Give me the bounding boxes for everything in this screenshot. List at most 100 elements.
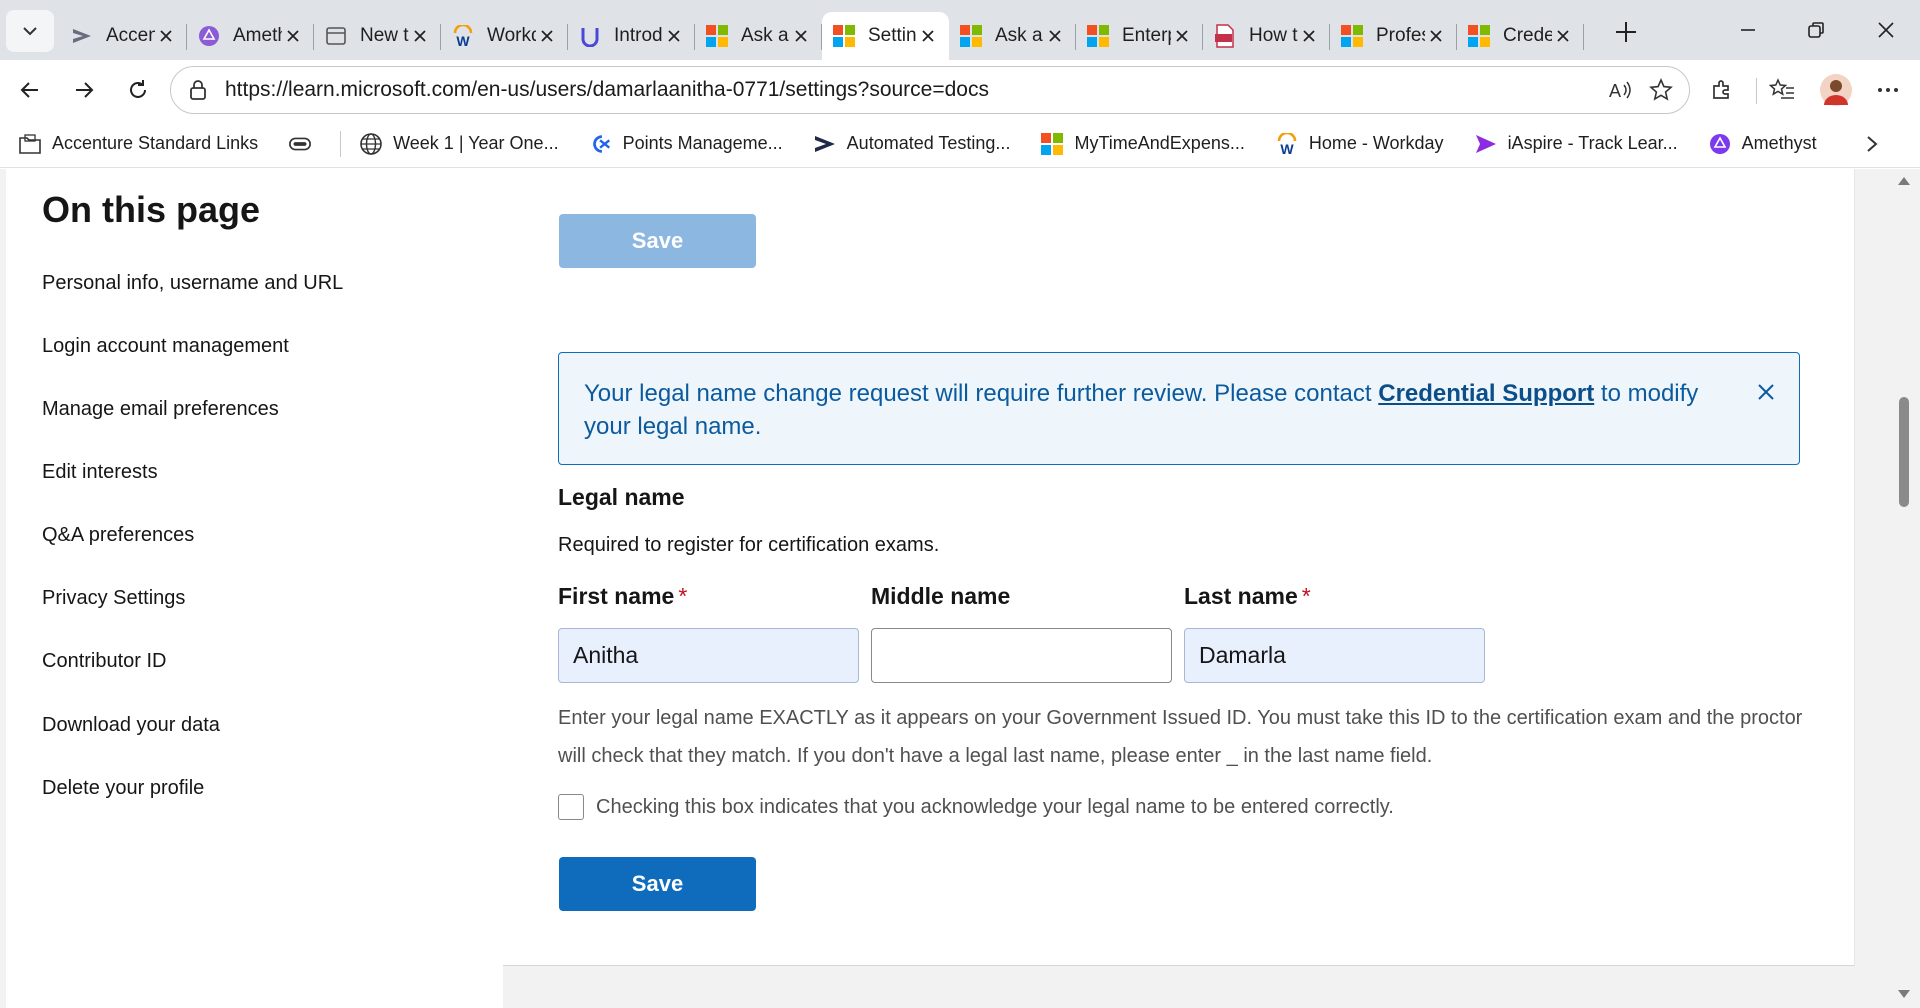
tab-new-tab[interactable]: New tab — [314, 12, 441, 60]
tab-amethyst[interactable]: Amethyst — [187, 12, 314, 60]
bookmark-home-workday[interactable]: W Home - Workday — [1275, 132, 1444, 156]
credential-support-link[interactable]: Credential Support — [1378, 380, 1594, 407]
favorite-star-icon[interactable] — [1641, 70, 1681, 110]
microsoft-icon — [959, 24, 983, 48]
tab-accenture[interactable]: Accenture — [60, 12, 187, 60]
workday-icon: W — [1275, 132, 1299, 156]
nav-link-download-data[interactable]: Download your data — [42, 714, 220, 737]
tab-introduction[interactable]: Introduction — [568, 12, 695, 60]
more-horizontal-icon — [1878, 88, 1898, 92]
close-tab-icon[interactable] — [790, 25, 812, 47]
on-this-page-nav: On this page Personal info, username and… — [6, 169, 503, 1008]
close-tab-icon[interactable] — [1171, 25, 1193, 47]
bookmark-points-management[interactable]: Points Manageme... — [589, 132, 783, 156]
address-bar[interactable]: https://learn.microsoft.com/en-us/users/… — [170, 66, 1690, 114]
bookmark-automated-testing[interactable]: Automated Testing... — [813, 132, 1010, 156]
forward-button[interactable] — [64, 70, 104, 110]
dismiss-alert-button[interactable] — [1751, 377, 1781, 407]
alert-text-before: Your legal name change request will requ… — [584, 380, 1379, 407]
middle-name-input[interactable] — [871, 628, 1172, 683]
nav-link-privacy-settings[interactable]: Privacy Settings — [42, 587, 185, 610]
middle-name-label: Middle name — [871, 583, 1010, 610]
scrollbar-thumb[interactable] — [1899, 397, 1909, 507]
favorites-button[interactable] — [1762, 70, 1802, 110]
bookmark-toggle[interactable] — [288, 132, 322, 156]
navigation-bar: https://learn.microsoft.com/en-us/users/… — [0, 60, 1920, 120]
page-viewport: On this page Personal info, username and… — [0, 169, 1920, 1008]
legal-name-description: Required to register for certification e… — [558, 534, 940, 556]
nav-link-edit-interests[interactable]: Edit interests — [42, 461, 158, 484]
required-marker: * — [678, 583, 688, 609]
nav-link-email-preferences[interactable]: Manage email preferences — [42, 398, 279, 421]
close-tab-icon[interactable] — [409, 25, 431, 47]
tab-settings[interactable]: Settings — [822, 12, 949, 60]
scroll-up-arrow-icon[interactable] — [1898, 177, 1910, 185]
acknowledge-label[interactable]: Checking this box indicates that you ack… — [596, 796, 1394, 819]
read-aloud-icon[interactable]: A — [1601, 70, 1641, 110]
minimize-icon — [1741, 29, 1755, 31]
more-bookmarks-button[interactable] — [1858, 130, 1886, 158]
tab-ask-a-question-2[interactable]: Ask a question — [949, 12, 1076, 60]
minimize-button[interactable] — [1720, 10, 1776, 50]
tab-ask-a-question[interactable]: Ask a question — [695, 12, 822, 60]
site-info-lock-icon[interactable] — [183, 75, 213, 105]
tab-title: Settings — [868, 25, 917, 46]
svg-text:A: A — [1609, 81, 1621, 101]
settings-card: Save Your legal name change request will… — [503, 169, 1855, 966]
nav-link-login-account[interactable]: Login account management — [42, 335, 289, 358]
scroll-down-arrow-icon[interactable] — [1898, 990, 1910, 998]
tab-actions-menu-button[interactable] — [6, 10, 54, 52]
tab-professional[interactable]: Professional — [1330, 12, 1457, 60]
refresh-button[interactable] — [118, 70, 158, 110]
arrow-left-icon — [20, 82, 38, 98]
legal-name-help-text: Enter your legal name EXACTLY as it appe… — [558, 707, 1803, 767]
nav-link-qa-preferences[interactable]: Q&A preferences — [42, 524, 194, 547]
page-scrollbar[interactable] — [1894, 169, 1914, 1008]
points-icon — [589, 132, 613, 156]
close-window-button[interactable] — [1858, 10, 1914, 50]
close-icon — [1758, 384, 1774, 400]
nav-link-contributor-id[interactable]: Contributor ID — [42, 650, 167, 673]
close-tab-icon[interactable] — [155, 25, 177, 47]
first-name-input[interactable] — [558, 628, 859, 683]
tab-workday[interactable]: W Workday — [441, 12, 568, 60]
new-tab-button[interactable] — [1606, 12, 1646, 52]
save-button-disabled[interactable]: Save — [559, 214, 756, 268]
settings-and-more-button[interactable] — [1868, 70, 1908, 110]
close-tab-icon[interactable] — [663, 25, 685, 47]
close-tab-icon[interactable] — [917, 25, 939, 47]
last-name-input[interactable] — [1184, 628, 1485, 683]
url-text[interactable]: https://learn.microsoft.com/en-us/users/… — [225, 78, 1601, 102]
bookmark-accenture-standard-links[interactable]: Accenture Standard Links — [18, 132, 258, 156]
tab-enterprise[interactable]: Enterprise — [1076, 12, 1203, 60]
acknowledge-checkbox[interactable] — [558, 794, 584, 820]
tab-title: Introduction — [614, 25, 663, 46]
restore-button[interactable] — [1788, 10, 1844, 50]
amethyst-icon — [1708, 132, 1732, 156]
bookmark-iaspire[interactable]: iAspire - Track Lear... — [1474, 132, 1678, 156]
tab-title: Professional — [1376, 25, 1425, 46]
close-tab-icon[interactable] — [1044, 25, 1066, 47]
profile-button[interactable] — [1816, 70, 1856, 110]
close-tab-icon[interactable] — [1425, 25, 1447, 47]
save-button[interactable]: Save — [559, 857, 756, 911]
tab-title: How to — [1249, 25, 1298, 46]
nav-link-personal-info[interactable]: Personal info, username and URL — [42, 272, 343, 295]
tab-list: Accenture Amethyst New tab W Workday — [60, 6, 1584, 60]
nav-link-delete-profile[interactable]: Delete your profile — [42, 777, 204, 800]
close-tab-icon[interactable] — [1298, 25, 1320, 47]
chevron-right-icon — [1867, 136, 1878, 152]
extensions-button[interactable] — [1702, 70, 1742, 110]
last-name-label-text: Last name — [1184, 583, 1298, 609]
close-tab-icon[interactable] — [282, 25, 304, 47]
back-button[interactable] — [10, 70, 50, 110]
bookmark-week-1[interactable]: Week 1 | Year One... — [359, 132, 559, 156]
tab-credentials[interactable]: Credentials — [1457, 12, 1584, 60]
close-tab-icon[interactable] — [536, 25, 558, 47]
bookmark-amethyst[interactable]: Amethyst — [1708, 132, 1817, 156]
bookmark-mytimeandexpenses[interactable]: MyTimeAndExpens... — [1040, 132, 1245, 156]
middle-name-label-text: Middle name — [871, 583, 1011, 609]
close-tab-icon[interactable] — [1552, 25, 1574, 47]
restore-icon — [1808, 22, 1824, 38]
tab-how-to[interactable]: How to — [1203, 12, 1330, 60]
